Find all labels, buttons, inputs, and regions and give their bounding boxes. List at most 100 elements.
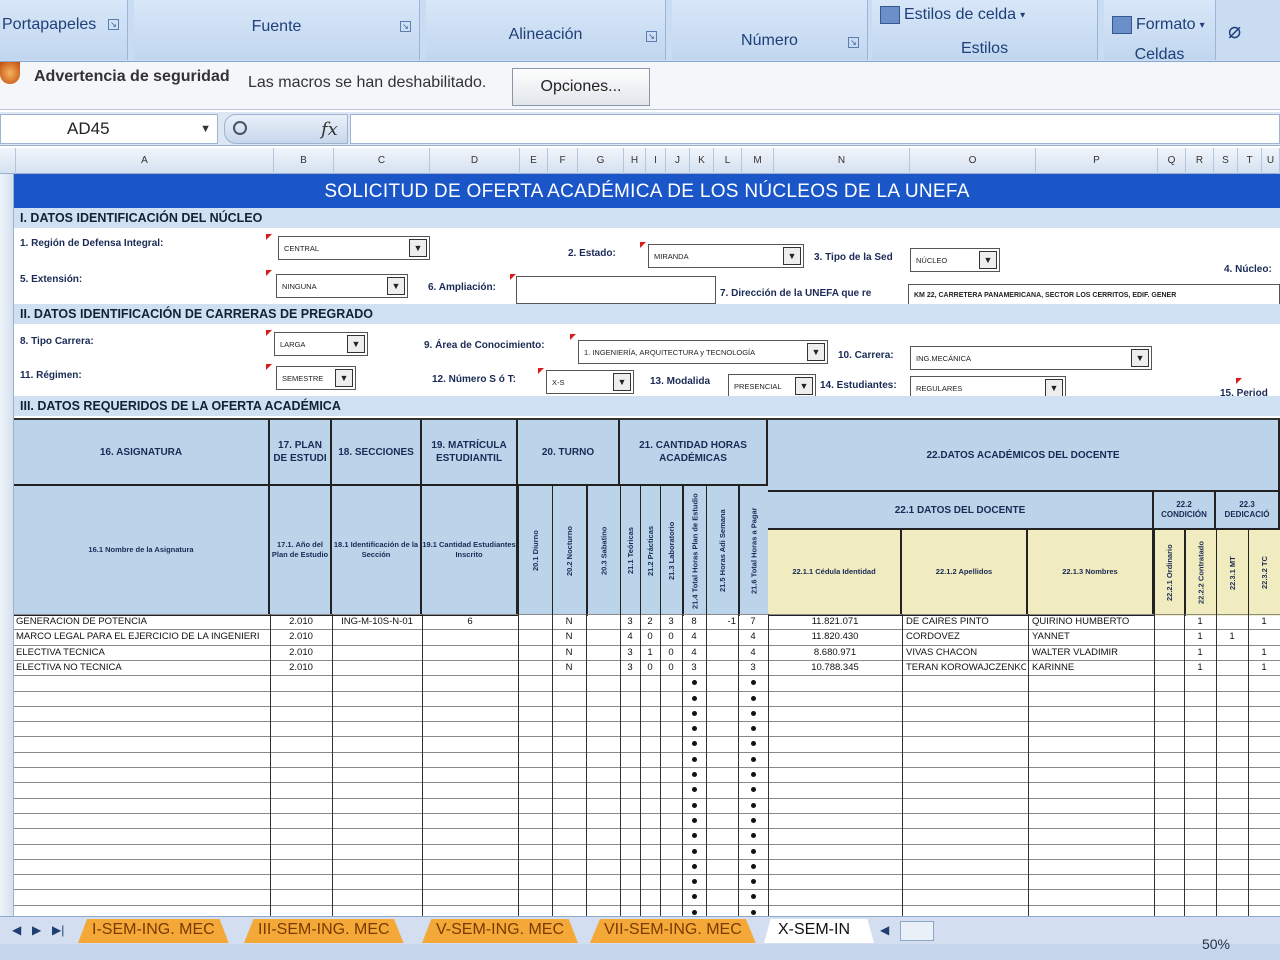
cell-lab[interactable]: 3 bbox=[662, 614, 680, 629]
cell-total[interactable]: 4 bbox=[684, 645, 704, 660]
cell-teo[interactable]: 3 bbox=[622, 660, 638, 675]
chevron-down-icon[interactable]: ▼ bbox=[409, 239, 427, 257]
select-all-corner[interactable] bbox=[0, 148, 16, 174]
carrera-dropdown[interactable]: ING.MECÁNICA ▼ bbox=[910, 346, 1152, 370]
row-headers[interactable] bbox=[0, 174, 14, 916]
cell-tc[interactable]: 1 bbox=[1250, 614, 1278, 629]
chevron-down-icon[interactable]: ▼ bbox=[979, 251, 997, 269]
cell-asignatura[interactable]: GENERACION DE POTENCIA bbox=[16, 614, 266, 629]
cell-asignatura[interactable]: ELECTIVA TECNICA bbox=[16, 645, 266, 660]
column-header[interactable]: M bbox=[742, 148, 774, 174]
cell-adi[interactable]: -1 bbox=[708, 614, 736, 629]
cell-con[interactable]: 1 bbox=[1186, 629, 1214, 644]
cell-con[interactable]: 1 bbox=[1186, 614, 1214, 629]
estado-dropdown[interactable]: MIRANDA ▼ bbox=[648, 244, 804, 268]
cell-total[interactable]: 8 bbox=[684, 614, 704, 629]
numero-dropdown[interactable]: X-S ▼ bbox=[546, 370, 634, 394]
cell-matricula[interactable] bbox=[424, 645, 516, 660]
chevron-down-icon[interactable]: ▼ bbox=[347, 335, 365, 353]
column-header[interactable]: O bbox=[910, 148, 1036, 174]
cell-teo[interactable]: 3 bbox=[622, 645, 638, 660]
cell-tc[interactable]: 1 bbox=[1250, 660, 1278, 675]
cell-pra[interactable]: 0 bbox=[642, 629, 658, 644]
cell-lab[interactable]: 0 bbox=[662, 645, 680, 660]
insert-function-icon[interactable]: fx bbox=[321, 119, 338, 140]
cell-lab[interactable]: 0 bbox=[662, 629, 680, 644]
column-header[interactable]: T bbox=[1238, 148, 1262, 174]
cell-pagar[interactable]: 7 bbox=[740, 614, 766, 629]
column-header[interactable]: J bbox=[666, 148, 690, 174]
chevron-down-icon[interactable]: ▼ bbox=[335, 369, 353, 387]
cell-ord[interactable] bbox=[1156, 614, 1182, 629]
cell-pra[interactable]: 1 bbox=[642, 645, 658, 660]
column-header[interactable]: E bbox=[520, 148, 548, 174]
cell-adi[interactable] bbox=[708, 629, 736, 644]
cell-turno[interactable]: N bbox=[554, 629, 584, 644]
cell-apellidos[interactable]: CORDOVEZ bbox=[906, 629, 1026, 644]
dialog-launcher-icon[interactable]: ↘ bbox=[646, 31, 657, 42]
cell-turno[interactable]: N bbox=[554, 660, 584, 675]
cell-ord[interactable] bbox=[1156, 660, 1182, 675]
cell-cedula[interactable]: 8.680.971 bbox=[770, 645, 900, 660]
cell-plan[interactable]: 2.010 bbox=[272, 645, 330, 660]
zoom-level[interactable]: 50% bbox=[1202, 936, 1230, 952]
tab-scroll-left-icon[interactable]: ◀ bbox=[12, 923, 21, 937]
cell-seccion[interactable] bbox=[334, 660, 420, 675]
cell-apellidos[interactable]: VIVAS CHACON bbox=[906, 645, 1026, 660]
cell-mt[interactable]: 1 bbox=[1218, 629, 1246, 644]
chevron-down-icon[interactable]: ▼ bbox=[387, 277, 405, 295]
cell-adi[interactable] bbox=[708, 660, 736, 675]
sheet-tab[interactable]: V-SEM-ING. MEC bbox=[422, 919, 579, 943]
column-header[interactable]: P bbox=[1036, 148, 1158, 174]
cell-matricula[interactable] bbox=[424, 629, 516, 644]
cell-pra[interactable]: 0 bbox=[642, 660, 658, 675]
worksheet[interactable]: SOLICITUD DE OFERTA ACADÉMICA DE LOS NÚC… bbox=[0, 174, 1280, 916]
cell-teo[interactable]: 4 bbox=[622, 629, 638, 644]
tab-scroll-right-icon[interactable]: ▶ bbox=[32, 923, 41, 937]
column-header[interactable]: R bbox=[1186, 148, 1214, 174]
cell-mt[interactable] bbox=[1218, 614, 1246, 629]
format-button[interactable]: Formato ▾ bbox=[1112, 16, 1205, 34]
sheet-tab[interactable]: I-SEM-ING. MEC bbox=[78, 919, 229, 943]
extension-dropdown[interactable]: NINGUNA ▼ bbox=[276, 274, 408, 298]
options-button[interactable]: Opciones... bbox=[512, 68, 650, 106]
column-header[interactable]: A bbox=[16, 148, 274, 174]
formula-input[interactable] bbox=[350, 114, 1280, 144]
name-box[interactable]: AD45 ▼ bbox=[0, 114, 218, 144]
cell-cedula[interactable]: 10.788.345 bbox=[770, 660, 900, 675]
cell-asignatura[interactable]: ELECTIVA NO TECNICA bbox=[16, 660, 266, 675]
cell-nombres[interactable]: QUIRINO HUMBERTO bbox=[1032, 614, 1152, 629]
chevron-down-icon[interactable]: ▼ bbox=[1131, 349, 1149, 367]
cell-con[interactable]: 1 bbox=[1186, 645, 1214, 660]
area-dropdown[interactable]: 1. INGENIERÍA, ARQUITECTURA y TECNOLOGÍA… bbox=[578, 340, 828, 364]
region-dropdown[interactable]: CENTRAL ▼ bbox=[278, 236, 430, 260]
column-header[interactable]: S bbox=[1214, 148, 1238, 174]
sheet-tab[interactable]: III-SEM-ING. MEC bbox=[244, 919, 404, 943]
cell-con[interactable]: 1 bbox=[1186, 660, 1214, 675]
cell-tc[interactable] bbox=[1250, 629, 1278, 644]
horizontal-scroll-thumb[interactable] bbox=[900, 921, 934, 941]
sheet-tab[interactable]: VII-SEM-ING. MEC bbox=[590, 919, 756, 943]
cell-lab[interactable]: 0 bbox=[662, 660, 680, 675]
cell-plan[interactable]: 2.010 bbox=[272, 614, 330, 629]
column-header[interactable]: C bbox=[334, 148, 430, 174]
cell-asignatura[interactable]: MARCO LEGAL PARA EL EJERCICIO DE LA INGE… bbox=[16, 629, 266, 644]
cell-matricula[interactable] bbox=[424, 660, 516, 675]
cell-adi[interactable] bbox=[708, 645, 736, 660]
editing-icon[interactable]: ⌀ bbox=[1228, 18, 1241, 44]
cell-apellidos[interactable]: TERAN KOROWAJCZENKO bbox=[906, 660, 1026, 675]
column-header[interactable]: U bbox=[1262, 148, 1280, 174]
cell-mt[interactable] bbox=[1218, 645, 1246, 660]
cell-mt[interactable] bbox=[1218, 660, 1246, 675]
cell-ord[interactable] bbox=[1156, 629, 1182, 644]
column-header[interactable]: G bbox=[578, 148, 624, 174]
column-header[interactable]: B bbox=[274, 148, 334, 174]
column-header[interactable]: F bbox=[548, 148, 578, 174]
cell-cedula[interactable]: 11.821.071 bbox=[770, 614, 900, 629]
column-header[interactable]: I bbox=[646, 148, 666, 174]
cell-pagar[interactable]: 4 bbox=[740, 645, 766, 660]
column-header[interactable]: L bbox=[714, 148, 742, 174]
chevron-down-icon[interactable]: ▼ bbox=[795, 377, 813, 395]
chevron-down-icon[interactable]: ▼ bbox=[783, 247, 801, 265]
hscroll-left-icon[interactable]: ◀ bbox=[880, 923, 889, 937]
